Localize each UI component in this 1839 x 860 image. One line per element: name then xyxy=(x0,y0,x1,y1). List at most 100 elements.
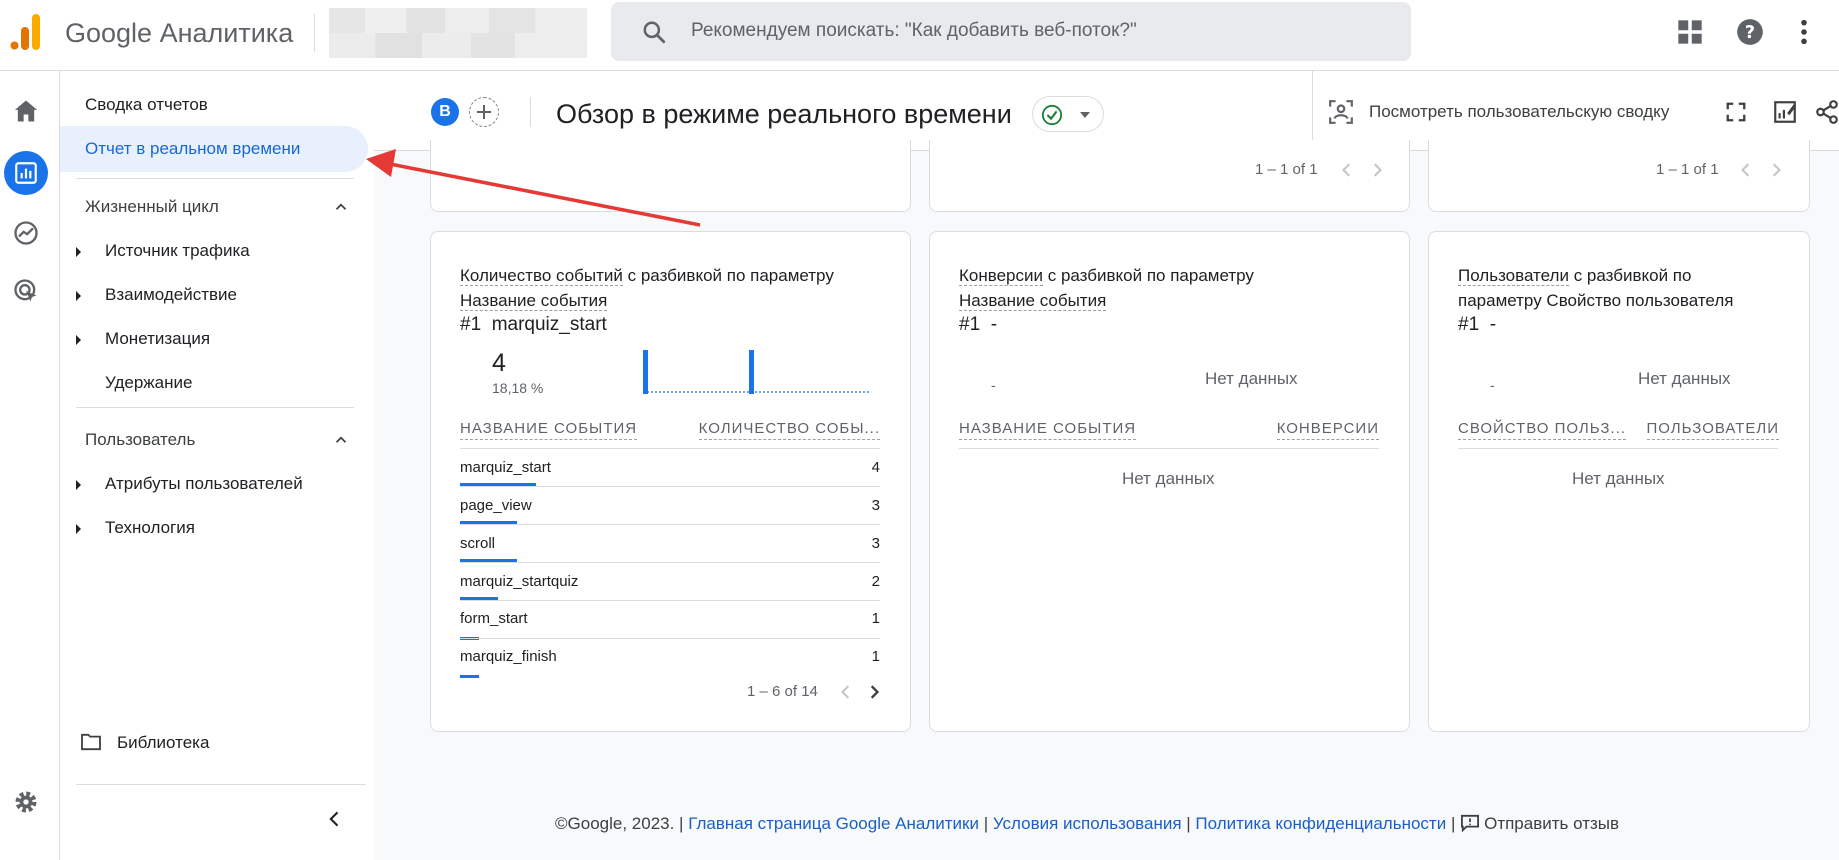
privacy-link[interactable]: Политика конфиденциальности xyxy=(1195,814,1446,833)
row-event-count: 1 xyxy=(871,648,880,665)
title-text: с разбивкой по параметру xyxy=(1043,266,1254,285)
row-event-count: 1 xyxy=(871,610,880,627)
metric-label[interactable]: Пользователи xyxy=(1458,266,1569,286)
search-icon xyxy=(643,21,666,44)
row-event-name: scroll xyxy=(460,535,496,552)
metric-label[interactable]: Количество событий xyxy=(460,266,623,286)
table-divider xyxy=(460,600,880,601)
dimension-label[interactable]: параметру Свойство пользователя xyxy=(1458,291,1733,310)
expand-caret-icon[interactable] xyxy=(76,247,81,257)
pagination-label: 1 – 1 of 1 xyxy=(1656,161,1719,178)
left-rail xyxy=(0,71,60,860)
nav-library[interactable]: Библиотека xyxy=(117,731,209,755)
analytics-logo-icon[interactable] xyxy=(10,14,42,50)
chevron-up-icon[interactable] xyxy=(332,431,350,449)
footer-separator: | xyxy=(1181,814,1196,833)
reports-nav-panel: Сводка отчетов Отчет в реальном времени … xyxy=(60,71,374,860)
reports-nav-active[interactable] xyxy=(4,151,48,195)
nav-realtime[interactable]: Отчет в реальном времени xyxy=(85,137,300,161)
title-text: с разбивкой по параметру xyxy=(622,266,834,285)
analytics-home-link[interactable]: Главная страница Google Аналитики xyxy=(688,814,979,833)
dimension-label[interactable]: Название события xyxy=(959,291,1107,311)
expand-caret-icon[interactable] xyxy=(76,291,81,301)
page-title: Обзор в режиме реального времени xyxy=(556,99,1012,129)
expand-caret-icon[interactable] xyxy=(76,524,81,534)
table-divider xyxy=(460,448,880,449)
explore-icon[interactable] xyxy=(12,219,40,247)
next-page-icon[interactable] xyxy=(1769,163,1783,177)
home-icon[interactable] xyxy=(12,97,40,125)
page-header: B Обзор в режиме реального времени Посмо… xyxy=(374,71,1839,151)
expand-caret-icon[interactable] xyxy=(76,480,81,490)
search-bar[interactable]: Рекомендуем поискать: "Как добавить веб-… xyxy=(611,2,1411,61)
conversions-card: Конверсии с разбивкой по параметру Назва… xyxy=(929,231,1410,732)
prev-page-icon[interactable] xyxy=(839,685,853,699)
nav-reports-snapshot[interactable]: Сводка отчетов xyxy=(85,93,208,117)
rank-label: #1 xyxy=(460,314,482,335)
card-title: Конверсии с разбивкой по параметру Назва… xyxy=(959,263,1254,313)
user-snapshot-icon[interactable] xyxy=(1328,99,1354,125)
sparkline-bar-chart xyxy=(643,350,871,394)
column-header-event-count[interactable]: КОЛИЧЕСТВО СОБЫ... xyxy=(698,419,880,440)
table-divider xyxy=(460,524,880,525)
advertising-icon[interactable] xyxy=(12,277,40,305)
nav-traffic-source[interactable]: Источник трафика xyxy=(105,239,250,263)
sparkline-bar xyxy=(749,350,754,394)
terms-link[interactable]: Условия использования xyxy=(993,814,1182,833)
prev-page-icon[interactable] xyxy=(1739,163,1753,177)
feedback-icon xyxy=(1461,814,1480,833)
check-circle-icon xyxy=(1041,104,1063,126)
footer: ©Google, 2023. | Главная страница Google… xyxy=(555,812,1619,836)
column-header-event-name[interactable]: НАЗВАНИЕ СОБЫТИЯ xyxy=(959,419,1137,440)
nav-technology[interactable]: Технология xyxy=(105,516,195,540)
column-header-user-property[interactable]: СВОЙСТВО ПОЛЬЗ... xyxy=(1458,419,1626,440)
chevron-up-icon[interactable] xyxy=(332,198,350,216)
table-divider xyxy=(460,638,880,639)
more-vert-icon[interactable] xyxy=(1790,18,1818,46)
row-event-name: marquiz_startquiz xyxy=(460,573,579,590)
help-icon[interactable]: ? xyxy=(1736,18,1764,46)
send-feedback-button[interactable]: Отправить отзыв xyxy=(1460,814,1619,833)
copyright-text: ©Google, 2023. | xyxy=(555,814,689,833)
apps-grid-icon[interactable] xyxy=(1676,18,1704,46)
nav-section-lifecycle[interactable]: Жизненный цикл xyxy=(85,195,219,219)
nav-engagement[interactable]: Взаимодействие xyxy=(105,283,237,307)
add-comparison-button[interactable] xyxy=(469,97,499,127)
pagination-label: 1 – 1 of 1 xyxy=(1255,161,1318,178)
settings-gear-icon[interactable] xyxy=(12,788,40,816)
nav-retention[interactable]: Удержание xyxy=(105,371,192,395)
no-data-chart: Нет данных xyxy=(1205,369,1298,388)
nav-divider xyxy=(76,407,354,408)
collapse-chevron-left-icon[interactable] xyxy=(325,809,345,829)
nav-user-attributes[interactable]: Атрибуты пользователей xyxy=(105,472,303,496)
column-header-event-name[interactable]: НАЗВАНИЕ СОБЫТИЯ xyxy=(460,419,638,440)
row-event-name: marquiz_start xyxy=(460,459,551,476)
metric-label[interactable]: Конверсии xyxy=(959,266,1043,286)
event-count-card: Количество событий с разбивкой по параме… xyxy=(430,231,911,732)
data-status-dropdown[interactable] xyxy=(1032,96,1104,132)
top-item: #1 - xyxy=(959,313,997,337)
customize-report-icon[interactable] xyxy=(1772,99,1798,125)
column-header-conversions[interactable]: КОНВЕРСИИ xyxy=(1276,419,1379,440)
nav-divider xyxy=(76,784,366,785)
view-user-snapshot-button[interactable]: Посмотреть пользовательскую сводку xyxy=(1369,101,1669,123)
reports-icon xyxy=(15,162,37,184)
rank-value: - xyxy=(990,314,998,335)
comparison-avatar[interactable]: B xyxy=(431,98,459,126)
plus-icon xyxy=(477,105,491,119)
column-header-users[interactable]: ПОЛЬЗОВАТЕЛИ xyxy=(1646,419,1779,440)
account-selector-blurred[interactable] xyxy=(329,8,587,58)
nav-monetization[interactable]: Монетизация xyxy=(105,327,210,351)
top-item-percent: 18,18 % xyxy=(492,380,544,396)
nav-section-user[interactable]: Пользователь xyxy=(85,428,195,452)
fullscreen-icon[interactable] xyxy=(1725,101,1747,123)
prev-page-icon[interactable] xyxy=(1340,163,1354,177)
share-icon[interactable] xyxy=(1814,99,1839,125)
dimension-label[interactable]: Название события xyxy=(460,291,608,311)
next-page-icon[interactable] xyxy=(867,685,881,699)
next-page-icon[interactable] xyxy=(1370,163,1384,177)
top-item-count: 4 xyxy=(492,349,506,377)
no-data-table: Нет данных xyxy=(1572,469,1665,488)
expand-caret-icon[interactable] xyxy=(76,335,81,345)
row-event-name: form_start xyxy=(460,610,528,627)
